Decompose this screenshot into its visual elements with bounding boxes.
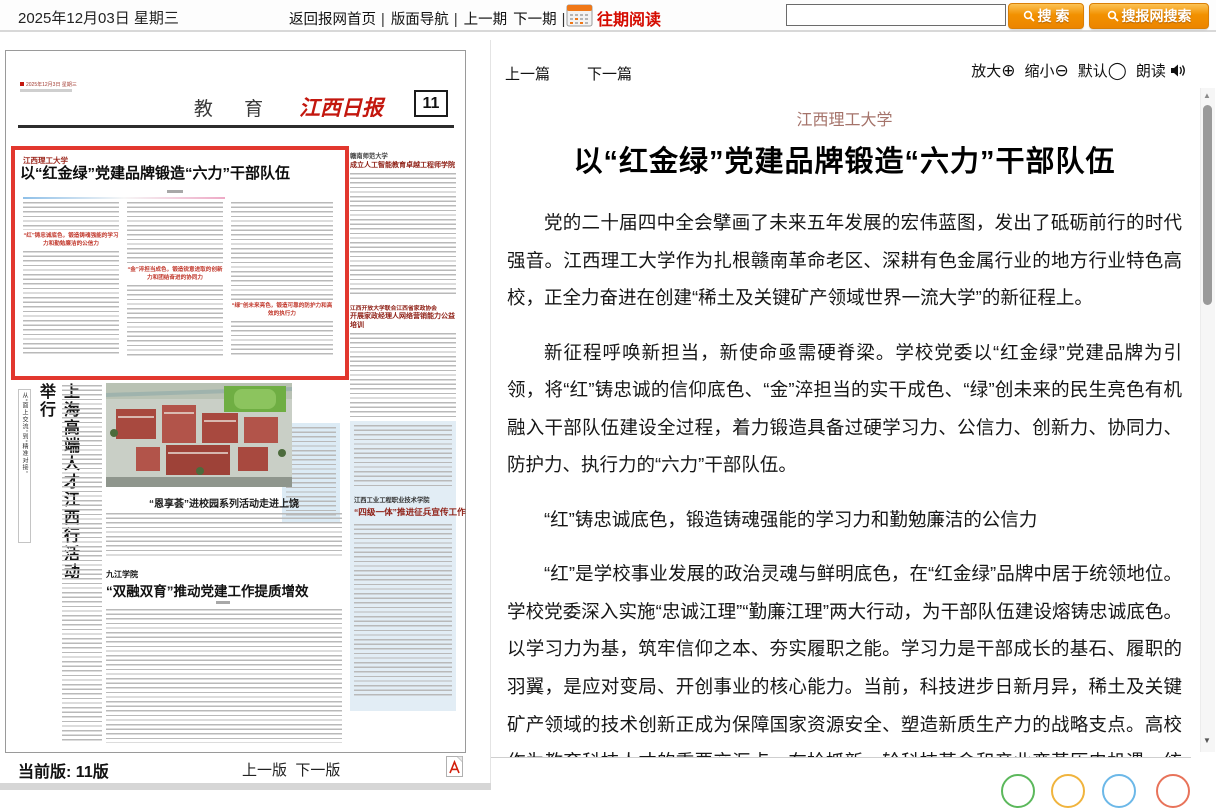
mini-text-lines — [231, 202, 333, 300]
speaker-icon — [1170, 63, 1187, 78]
mini-subhead: “红”铸忠诚底色，锻造铸魂强能的学习力和勤勉廉洁的公信力 — [23, 233, 119, 248]
share-weibo-button[interactable] — [1051, 774, 1085, 808]
header-rule — [18, 125, 454, 128]
article-subhead: “红”铸忠诚底色，锻造铸魂强能的学习力和勤勉廉洁的公信力 — [507, 501, 1182, 539]
current-page-label: 当前版: 11版 — [18, 758, 109, 782]
campus-photo — [106, 383, 292, 487]
mini-text-lines — [231, 321, 333, 357]
article-paragraph: 党的二十届四中全会擘画了未来五年发展的宏伟蓝图，发出了砥砺前行的时代强音。江西理… — [507, 204, 1182, 317]
paper-contact-line-placeholder — [20, 89, 72, 92]
zoom-out-icon: ⊖ — [1055, 61, 1069, 80]
search-input[interactable] — [786, 4, 1006, 26]
next-article-link[interactable]: 下一篇 — [587, 63, 632, 84]
share-qq-button[interactable] — [1102, 774, 1136, 808]
article-paragraph: “红”是学校事业发展的政治灵魂与鲜明底色，在“红金绿”品牌中居于统领地位。学校党… — [507, 555, 1182, 757]
article2-kicker: 江西开放大学联合江西省家政协会 — [350, 303, 437, 312]
paper-page-number: 11 — [414, 90, 448, 117]
article5-kicker: 九江学院 — [106, 569, 138, 580]
mini-text-lines — [62, 385, 102, 741]
page-nav: 上一版 下一版 — [242, 759, 340, 780]
mini-subhead: “绿”创未来亮色，锻造可靠的防护力和高效的执行力 — [231, 303, 333, 318]
mini-column: “金”淬担当成色，锻造锐意进取的创新力和团结奋进的协同力 — [127, 202, 223, 368]
top-bar: 2025年12月03日 星期三 返回报网首页 | 版面导航 | 上一期 下一期 | 往… — [0, 0, 1216, 32]
article5-headline[interactable]: “双融双育”推动党建工作提质增效 — [106, 580, 309, 600]
nav-next-issue-link[interactable]: 下一期 — [513, 12, 557, 28]
top-nav: 返回报网首页 | 版面导航 | 上一期 下一期 | — [289, 8, 567, 29]
mini-text-lines — [106, 513, 342, 557]
article4-headline[interactable]: “恩享荟”进校园系列活动走进上饶 — [106, 495, 342, 510]
nav-separator: | — [381, 12, 385, 28]
zoom-out-button[interactable]: 缩小⊖ — [1025, 60, 1069, 81]
mini-text-lines — [23, 202, 119, 230]
article2-headline[interactable]: 开展家政经理人网络营销能力公益培训 — [350, 312, 456, 330]
reader-controls: 放大⊕ 缩小⊖ 默认◯ 朗读 — [971, 60, 1187, 81]
pdf-icon[interactable] — [446, 756, 463, 777]
mini-text-lines — [106, 609, 342, 743]
issue-date: 2025年12月03日 星期三 — [18, 7, 179, 28]
article-paragraph: 新征程呼唤新担当，新使命亟需硬脊梁。学校党委以“红金绿”党建品牌为引领，将“红”… — [507, 334, 1182, 484]
mini-text-lines — [354, 425, 452, 489]
mini-text-lines — [350, 173, 456, 297]
mini-column: “红”铸忠诚底色，锻造铸魂强能的学习力和勤勉廉洁的公信力 — [23, 202, 119, 368]
zoom-default-button[interactable]: 默认◯ — [1078, 60, 1127, 81]
reader-toolbar: 上一篇 下一篇 放大⊕ 缩小⊖ 默认◯ 朗读 — [491, 55, 1197, 89]
article6-kicker: 江西工业工程职业技术学院 — [354, 495, 452, 504]
calendar-icon[interactable] — [566, 3, 593, 27]
highlight-headline: 以“红金绿”党建品牌锻造“六力”干部队伍 — [20, 165, 340, 182]
search-icon — [1023, 10, 1035, 22]
nav-home-link[interactable]: 返回报网首页 — [289, 12, 376, 28]
search-icon — [1107, 10, 1119, 22]
article-kicker: 江西理工大学 — [491, 106, 1198, 130]
paper-section-title: 教 育 — [145, 94, 325, 121]
nav-separator: | — [454, 12, 458, 28]
gradient-rule — [23, 197, 225, 199]
nav-prev-issue-link[interactable]: 上一期 — [464, 12, 508, 28]
red-square-marker — [20, 82, 24, 86]
read-aloud-button[interactable]: 朗读 — [1136, 60, 1187, 81]
paper-masthead-logo: 江西日报 — [299, 92, 383, 122]
article-title: 以“红金绿”党建品牌锻造“六力”干部队伍 — [505, 138, 1184, 180]
current-page-value: 11版 — [76, 764, 109, 781]
nav-page-nav-link[interactable]: 版面导航 — [391, 12, 449, 28]
scrollbar-thumb[interactable] — [1203, 105, 1212, 305]
paper-date-line: 2025年12月3日 星期三 — [20, 81, 77, 88]
mini-text-lines — [127, 202, 223, 264]
article-view: 江西理工大学 以“红金绿”党建品牌锻造“六力”干部队伍 党的二十届四中全会擘画了… — [491, 88, 1198, 757]
article1-headline[interactable]: 成立人工智能教育卓越工程师学院 — [350, 160, 455, 170]
prev-page-link[interactable]: 上一版 — [242, 762, 287, 779]
site-search-button-label: 搜报网搜索 — [1122, 6, 1192, 26]
mini-text-lines — [127, 285, 223, 357]
mini-column: “绿”创未来亮色，锻造可靠的防护力和高效的执行力 — [231, 202, 333, 368]
mini-text-lines — [354, 524, 452, 698]
search-button-label: 搜 索 — [1038, 6, 1070, 26]
share-wechat-button[interactable] — [1001, 774, 1035, 808]
content-divider — [491, 757, 1191, 758]
page-preview: 2025年12月3日 星期三 教 育 江西日报 11 江西理工大学 以“红金绿”… — [5, 50, 466, 753]
article6-headline[interactable]: “四级一体”推进征兵宣传工作 — [354, 506, 452, 518]
site-search-button[interactable]: 搜报网搜索 — [1089, 3, 1209, 29]
scroll-up-arrow-icon[interactable]: ▲ — [1203, 91, 1211, 100]
mini-text-lines — [350, 333, 456, 417]
article-body: 党的二十届四中全会擘画了未来五年发展的宏伟蓝图，发出了砥砺前行的时代强音。江西理… — [491, 204, 1198, 757]
bottom-strip — [0, 783, 491, 790]
next-page-link[interactable]: 下一版 — [295, 762, 340, 779]
article3-subtitle: 从“面上交流”到“精准对接” — [18, 389, 31, 543]
byline-placeholder — [216, 601, 230, 604]
prev-article-link[interactable]: 上一篇 — [505, 63, 550, 84]
search-button[interactable]: 搜 索 — [1008, 3, 1084, 29]
mini-text-lines — [23, 251, 119, 357]
zoom-in-icon: ⊕ — [1001, 61, 1015, 80]
archive-link[interactable]: 往期阅读 — [597, 6, 661, 30]
zoom-default-icon: ◯ — [1108, 61, 1127, 80]
article1-kicker: 赣南师范大学 — [350, 151, 388, 160]
scrollbar[interactable]: ▲ ▼ — [1200, 88, 1215, 752]
scroll-down-arrow-icon[interactable]: ▼ — [1203, 736, 1211, 745]
highlighted-article-region[interactable]: 江西理工大学 以“红金绿”党建品牌锻造“六力”干部队伍 “红”铸忠诚底色，锻造铸… — [11, 146, 349, 380]
byline-placeholder — [167, 190, 183, 193]
share-more-button[interactable] — [1156, 774, 1190, 808]
nav-separator: | — [562, 12, 566, 28]
zoom-in-button[interactable]: 放大⊕ — [971, 60, 1015, 81]
article6-block: 江西工业工程职业技术学院 “四级一体”推进征兵宣传工作 — [350, 421, 456, 711]
mini-subhead: “金”淬担当成色，锻造锐意进取的创新力和团结奋进的协同力 — [127, 267, 223, 282]
